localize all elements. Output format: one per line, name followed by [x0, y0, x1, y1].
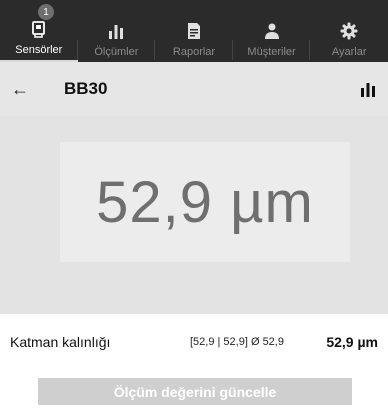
tab-sensors-label: Sensörler	[15, 44, 63, 56]
measurement-value: 52,9 µm	[326, 334, 378, 350]
measurement-row: Katman kalınlığı [52,9 | 52,9] Ø 52,9 52…	[0, 324, 388, 360]
measurement-stats: [52,9 | 52,9] Ø 52,9	[190, 336, 284, 348]
report-icon	[183, 20, 205, 42]
top-tab-bar: 1 Sensörler Ölçümler Raporlar Müşteriler…	[0, 0, 388, 62]
chart-button[interactable]	[348, 80, 388, 98]
tab-measurements[interactable]: Ölçümler	[78, 0, 156, 62]
reading-value-box: 52,9 µm	[60, 142, 350, 262]
tab-measurements-label: Ölçümler	[94, 46, 139, 58]
bar-chart-icon	[105, 20, 127, 42]
bar-chart-icon	[361, 83, 375, 97]
measurement-label: Katman kalınlığı	[10, 334, 111, 350]
tab-reports[interactable]: Raporlar	[155, 0, 233, 62]
tab-settings[interactable]: Ayarlar	[310, 0, 388, 62]
tab-customers-label: Müşteriler	[247, 46, 296, 58]
tab-settings-label: Ayarlar	[331, 46, 367, 58]
update-measurement-button[interactable]: Ölçüm değerini güncelle	[38, 378, 352, 405]
sensor-icon	[28, 18, 50, 40]
gear-icon	[338, 20, 360, 42]
tab-reports-label: Raporlar	[172, 46, 216, 58]
back-arrow-icon[interactable]: ←	[0, 79, 40, 100]
header-bar: ← BB30	[0, 62, 388, 116]
reading-display-area: 52,9 µm	[0, 116, 388, 314]
page-title: BB30	[64, 79, 108, 98]
current-reading-value: 52,9 µm	[96, 169, 314, 235]
sensor-count-badge: 1	[38, 4, 54, 20]
tab-sensors[interactable]: 1 Sensörler	[0, 0, 78, 62]
customers-icon	[261, 20, 283, 42]
tab-customers[interactable]: Müşteriler	[233, 0, 311, 62]
